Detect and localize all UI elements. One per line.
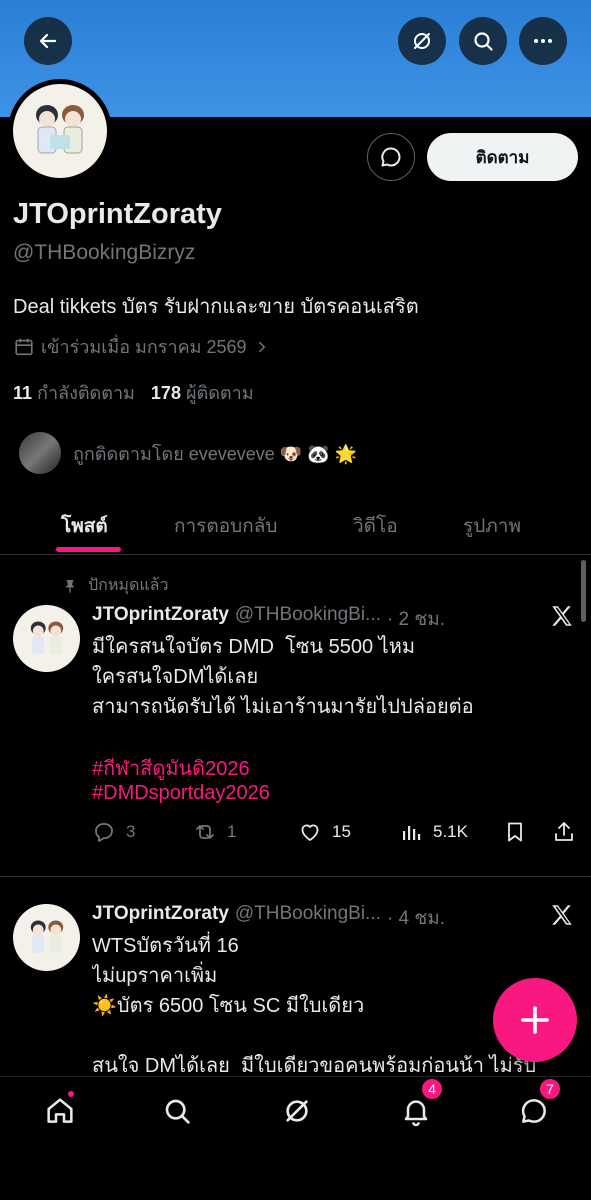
heart-icon [301,824,319,841]
active-tab-indicator [56,547,121,552]
back-button[interactable] [24,17,72,65]
search-icon [474,32,493,51]
hashtag-link[interactable]: #กีฬาสีดูมันดิ2026 [92,752,250,784]
followers-link[interactable]: 178 ผู้ติดตาม [151,378,254,407]
home-unread-dot [66,1089,76,1099]
plus-icon [521,1006,549,1034]
post-author-handle[interactable]: @THBookingBi... [235,903,381,933]
bookmark-icon [508,822,522,842]
followed-by-text: ถูกติดตามโดย eveveveve 🐶 🐼 🌟 [73,443,358,464]
post-time[interactable]: · 4 ชม. [387,903,445,933]
follow-button[interactable]: ติดตาม [427,133,578,181]
more-icon [534,39,552,43]
nav-grok[interactable] [277,1091,317,1131]
nav-search[interactable] [157,1091,197,1131]
more-options-button[interactable] [519,17,567,65]
tab-replies[interactable]: การตอบกลับ [174,497,277,555]
x-logo-icon[interactable] [549,603,575,629]
reply-icon [95,823,113,842]
share-button[interactable] [552,820,576,844]
x-logo-icon[interactable] [549,902,575,928]
followed-by[interactable]: ถูกติดตามโดย eveveveve 🐶 🐼 🌟 [17,430,357,476]
hashtag-link[interactable]: #DMDsportday2026 [92,782,270,805]
repost-count: 1 [227,822,237,841]
compose-button[interactable] [493,978,577,1062]
following-label: กำลังติดตาม [37,383,135,403]
home-icon [47,1098,73,1123]
views-button[interactable]: 5.1K [399,820,468,844]
search-icon [165,1099,190,1124]
share-icon [555,822,573,841]
post-author-name[interactable]: JTOprintZoraty [92,903,229,933]
tab-videos[interactable]: วิดีโอ [353,497,398,555]
bottom-nav: 4 7 [0,1076,591,1200]
repost-button[interactable]: 1 [193,820,236,844]
bookmark-button[interactable] [503,820,527,844]
views-count: 5.1K [433,822,468,841]
notifications-badge: 4 [420,1077,444,1101]
nav-notifications[interactable]: 4 [396,1077,444,1131]
post-avatar[interactable] [13,904,80,971]
joined-date[interactable]: เข้าร่วมเมื่อ มกราคม 2569 [13,332,271,361]
reply-count: 3 [126,822,136,841]
messages-badge: 7 [538,1077,562,1101]
search-button[interactable] [459,17,507,65]
following-link[interactable]: 11 กำลังติดตาม [13,378,135,407]
tab-photos[interactable]: รูปภาพ [463,497,521,555]
post-text: มีใครสนใจบัตร DMD โซน 5500 ไหม ใครสนใจDM… [92,636,474,718]
avatar-illustration [30,620,63,654]
chevron-right-icon [258,341,265,352]
post-author-handle[interactable]: @THBookingBi... [235,604,381,634]
profile-handle: @THBookingBizryz [13,241,196,264]
post-avatar[interactable] [13,605,80,672]
post-header: JTOprintZoraty @THBookingBi... · 4 ชม. [92,903,445,933]
arrow-left-icon [39,33,57,49]
grok-button[interactable] [398,17,446,65]
avatar-illustration [30,919,63,953]
nav-messages[interactable]: 7 [514,1077,562,1131]
followers-count: 178 [150,383,181,403]
follow-counts: 11 กำลังติดตาม 178 ผู้ติดตาม [13,378,254,407]
calendar-icon [15,338,33,355]
profile-bio: Deal tikkets บัตร รับฝากและขาย บัตรคอนเส… [13,296,419,318]
grok-icon [414,33,430,49]
scrollbar[interactable] [581,560,586,622]
message-bubble-icon [381,147,401,167]
message-button[interactable] [367,133,415,181]
reply-button[interactable]: 3 [92,820,135,844]
joined-text: เข้าร่วมเมื่อ มกราคม 2569 [41,337,247,357]
followers-label: ผู้ติดตาม [185,383,254,403]
post-actions: 3 1 15 5.1K [92,820,582,848]
like-button[interactable]: 15 [298,820,351,844]
pinned-label: ปักหมุดแล้ว [62,573,168,598]
post-time[interactable]: · 2 ชม. [387,604,445,634]
avatar-illustration [36,105,84,154]
post-divider [0,876,591,877]
follower-avatar [17,430,63,476]
post-author-name[interactable]: JTOprintZoraty [92,604,229,634]
pin-icon [65,579,75,593]
analytics-icon [403,826,421,840]
pinned-text: ปักหมุดแล้ว [88,577,169,594]
like-count: 15 [332,822,351,841]
nav-home[interactable] [40,1089,80,1131]
repost-icon [196,825,214,839]
profile-avatar[interactable] [8,79,112,183]
grok-icon [286,1100,308,1122]
following-count: 11 [13,383,33,403]
post-header: JTOprintZoraty @THBookingBi... · 2 ชม. [92,604,445,634]
display-name: JTOprintZoraty [13,198,222,230]
